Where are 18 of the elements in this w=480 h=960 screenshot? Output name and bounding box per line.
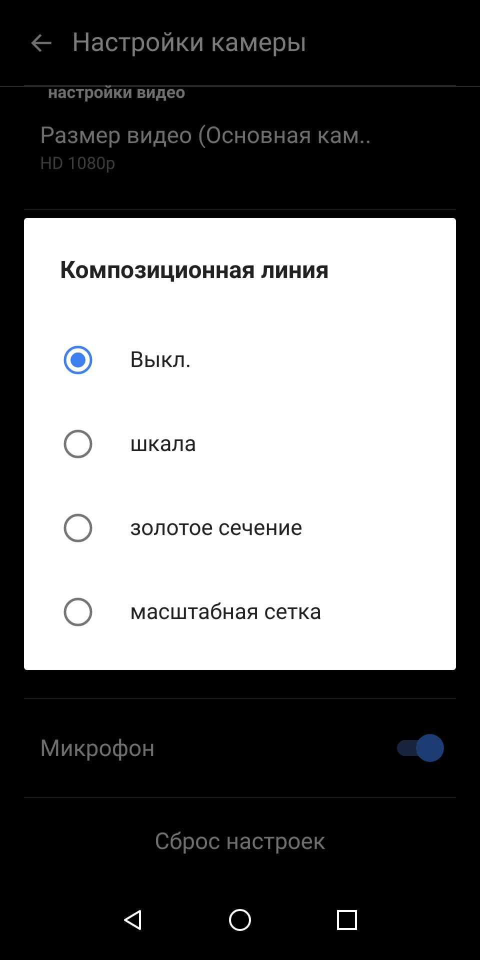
radio-option[interactable]: масштабная сетка (24, 570, 456, 654)
radio-unselected-icon[interactable] (62, 596, 94, 628)
settings-item[interactable]: Размер видео (Основная кам.. HD 1080p (24, 108, 456, 210)
section-header: настройки видео (47, 82, 186, 105)
setting-title: Размер видео (Основная кам.. (40, 121, 372, 151)
setting-summary: HD 1080p (40, 153, 116, 176)
radio-option[interactable]: шкала (24, 402, 456, 486)
setting-title: Микрофон (40, 734, 155, 762)
radio-unselected-icon[interactable] (62, 428, 94, 460)
dialog-title: Композиционная линия (59, 256, 330, 286)
radio-unselected-icon[interactable] (62, 512, 94, 544)
radio-option[interactable]: золотое сечение (24, 486, 456, 570)
radio-option[interactable]: Выкл. (24, 318, 456, 402)
radio-selected-icon[interactable] (62, 344, 94, 376)
screen-title: Настройки камеры (72, 28, 307, 58)
home-circle-icon[interactable] (228, 908, 252, 932)
recents-square-icon[interactable] (334, 908, 359, 932)
reset-button[interactable]: Сброс настроек (154, 808, 326, 875)
